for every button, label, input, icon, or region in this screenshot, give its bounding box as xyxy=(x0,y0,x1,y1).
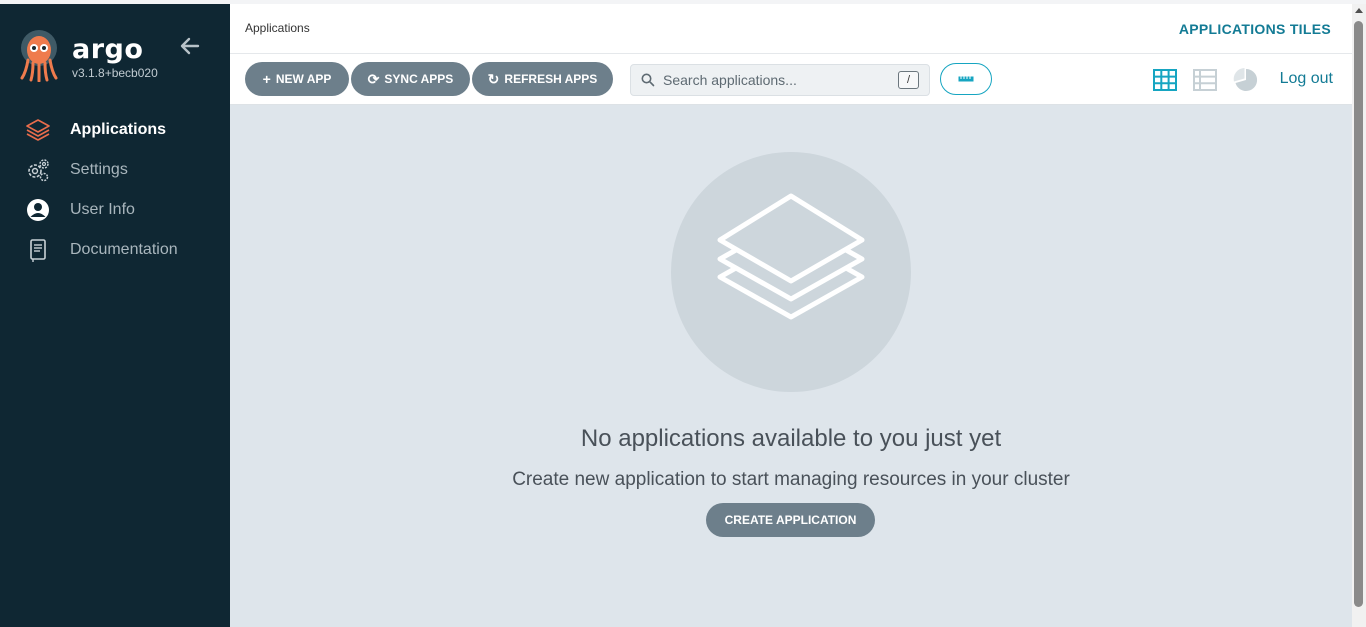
sidebar-item-settings[interactable]: Settings xyxy=(0,150,230,190)
sync-apps-label: SYNC APPS xyxy=(384,72,454,86)
empty-state-title: No applications available to you just ye… xyxy=(580,425,1002,452)
layers-icon xyxy=(25,117,51,143)
list-view-icon[interactable] xyxy=(1192,67,1218,93)
app-version: v3.1.8+becb020 xyxy=(72,66,158,80)
sidebar: argo v3.1.8+becb020 Applications Setting… xyxy=(0,4,230,627)
sidebar-item-documentation[interactable]: Documentation xyxy=(0,230,230,270)
sidebar-item-label: Settings xyxy=(70,161,128,178)
book-icon xyxy=(25,237,51,263)
top-header: Applications APPLICATIONS TILES xyxy=(230,4,1352,54)
user-circle-icon xyxy=(25,197,51,223)
scrollbar[interactable] xyxy=(1352,4,1366,627)
scroll-up-arrow-icon[interactable] xyxy=(1355,8,1363,13)
search-box[interactable]: / xyxy=(630,64,930,96)
logout-link[interactable]: Log out xyxy=(1280,70,1333,88)
search-shortcut-key: / xyxy=(898,71,919,89)
search-input[interactable] xyxy=(661,65,891,95)
empty-state-subtitle: Create new application to start managing… xyxy=(512,469,1070,490)
create-application-button[interactable]: CREATE APPLICATION xyxy=(706,503,875,537)
sidebar-item-applications[interactable]: Applications xyxy=(0,110,230,150)
sync-apps-button[interactable]: ⟳ SYNC APPS xyxy=(351,62,470,96)
sidebar-item-label: Documentation xyxy=(70,241,178,258)
breadcrumb[interactable]: Applications xyxy=(245,21,310,35)
sync-icon: ⟳ xyxy=(367,71,380,87)
scrollbar-thumb[interactable] xyxy=(1354,21,1363,607)
toolbar: + NEW APP ⟳ SYNC APPS ↻ REFRESH APPS / xyxy=(230,55,1352,105)
plus-icon: + xyxy=(262,71,271,87)
sidebar-item-label: Applications xyxy=(70,121,167,138)
sidebar-item-label: User Info xyxy=(70,201,135,218)
refresh-apps-label: REFRESH APPS xyxy=(504,72,598,86)
tiles-view-icon[interactable] xyxy=(1152,67,1178,93)
layers-icon xyxy=(717,193,865,320)
empty-state-illustration xyxy=(671,152,911,392)
sidebar-nav: Applications Settings User Info Document… xyxy=(0,110,230,270)
refresh-icon: ↻ xyxy=(487,71,500,87)
ruler-icon xyxy=(958,76,974,82)
search-icon xyxy=(641,73,655,87)
app-name: argo xyxy=(72,34,144,65)
argo-logo-icon xyxy=(20,30,58,82)
main-content: No applications available to you just ye… xyxy=(230,105,1352,627)
new-app-button[interactable]: + NEW APP xyxy=(245,62,349,96)
collapse-sidebar-arrow-icon[interactable] xyxy=(178,34,202,58)
new-app-label: NEW APP xyxy=(275,72,332,86)
page-title: APPLICATIONS TILES xyxy=(1178,21,1331,37)
filter-toggle-button[interactable] xyxy=(940,63,992,95)
sidebar-item-user-info[interactable]: User Info xyxy=(0,190,230,230)
gears-icon xyxy=(25,157,51,183)
refresh-apps-button[interactable]: ↻ REFRESH APPS xyxy=(472,62,613,96)
summary-view-icon[interactable] xyxy=(1233,67,1259,93)
